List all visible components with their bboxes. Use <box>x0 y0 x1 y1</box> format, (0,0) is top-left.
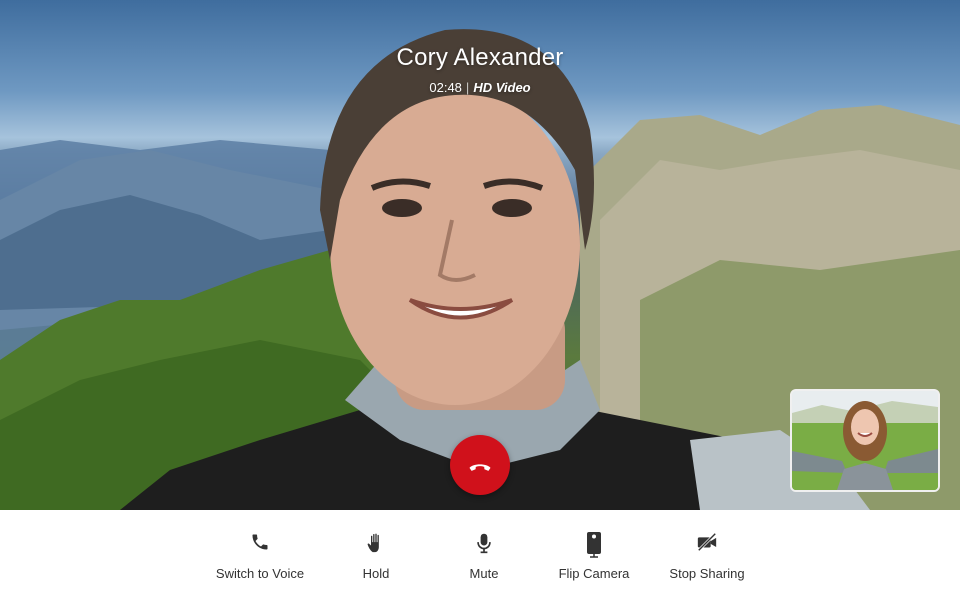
call-controls-toolbar: Switch to Voice Hold Mute Flip Camera St… <box>0 510 960 600</box>
mute-button[interactable]: Mute <box>424 532 544 581</box>
stop-sharing-label: Stop Sharing <box>669 566 745 581</box>
stop-sharing-button[interactable]: Stop Sharing <box>647 532 767 581</box>
switch-to-voice-button[interactable]: Switch to Voice <box>200 532 320 581</box>
hold-button[interactable]: Hold <box>316 532 436 581</box>
self-view-video[interactable] <box>790 389 940 492</box>
call-status: 02:48 | HD Video <box>0 80 960 95</box>
remote-video: Cory Alexander 02:48 | HD Video <box>0 0 960 510</box>
caller-name: Cory Alexander <box>396 44 564 71</box>
self-view-scene <box>792 391 938 490</box>
call-duration: 02:48 <box>429 80 462 95</box>
microphone-icon <box>477 533 491 554</box>
video-off-icon <box>697 532 717 552</box>
meta-separator: | <box>465 80 470 95</box>
hang-up-icon <box>469 464 491 471</box>
mute-label: Mute <box>469 566 499 581</box>
phone-camera-icon <box>587 532 601 558</box>
call-header: Cory Alexander 02:48 | HD Video <box>0 44 960 95</box>
flip-camera-button[interactable]: Flip Camera <box>534 532 654 581</box>
flip-camera-label: Flip Camera <box>558 566 630 581</box>
end-call-button[interactable] <box>450 435 510 495</box>
hold-label: Hold <box>362 566 390 581</box>
call-quality: HD Video <box>473 80 531 95</box>
phone-icon <box>252 534 268 550</box>
hand-icon <box>367 533 379 553</box>
switch-to-voice-label: Switch to Voice <box>215 566 305 581</box>
